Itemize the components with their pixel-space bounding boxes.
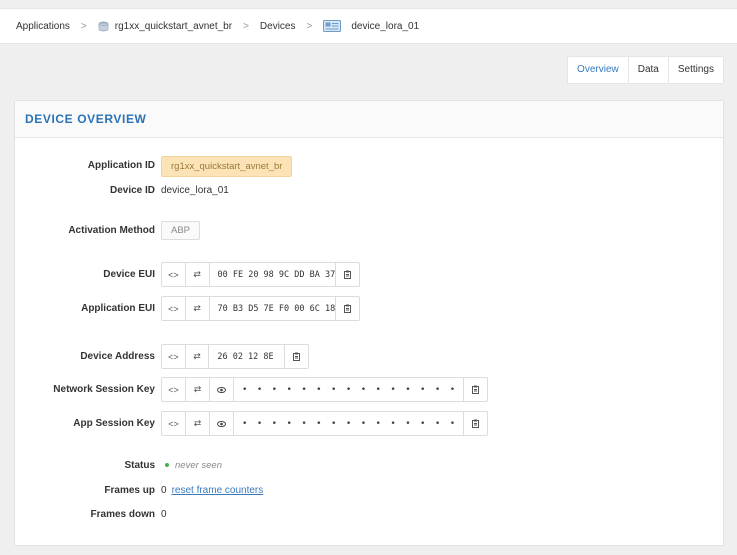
copy-button[interactable] — [463, 412, 487, 435]
breadcrumb-applications[interactable]: Applications — [16, 21, 70, 32]
device-eui-label: Device EUI — [103, 269, 155, 280]
breadcrumb-application[interactable]: rg1xx_quickstart_avnet_br — [98, 21, 232, 32]
frames-up-row: 0 reset frame counters — [161, 485, 263, 496]
network-session-key-label: Network Session Key — [53, 384, 155, 395]
copy-icon — [471, 419, 479, 428]
device-eui-value: 00 FE 20 98 9C DD BA 37 — [217, 269, 336, 280]
breadcrumb-separator: > — [243, 20, 249, 32]
show-key-button[interactable] — [210, 412, 234, 435]
application-id-badge: rg1xx_quickstart_avnet_br — [161, 156, 293, 177]
copy-button[interactable] — [335, 297, 359, 320]
frames-down-value: 0 — [161, 509, 167, 520]
card-header: DEVICE OVERVIEW — [15, 101, 723, 138]
copy-button[interactable] — [463, 378, 487, 401]
breadcrumb-application-label: rg1xx_quickstart_avnet_br — [114, 20, 233, 32]
toggle-format-button[interactable]: <> — [162, 345, 186, 368]
masked-key: • • • • • • • • • • • • • • • • • • • • … — [242, 418, 463, 429]
copy-icon — [343, 304, 351, 313]
eye-icon — [217, 420, 226, 427]
device-id-value: device_lora_01 — [161, 185, 229, 196]
toggle-format-button[interactable]: <> — [162, 297, 186, 320]
toggle-format-button[interactable]: <> — [162, 378, 186, 401]
tab-settings[interactable]: Settings — [667, 57, 723, 83]
status-text: never seen — [175, 460, 223, 471]
breadcrumb-devices[interactable]: Devices — [260, 21, 296, 32]
byte-order-button[interactable]: ⇄ — [186, 412, 210, 435]
frames-up-value: 0 — [161, 485, 167, 496]
status-dot — [165, 463, 169, 468]
status-label: Status — [124, 460, 155, 471]
application-id-label: Application ID — [87, 160, 155, 171]
device-tabs: Overview Data Settings — [567, 56, 724, 84]
application-icon — [98, 21, 109, 31]
network-session-key-value: • • • • • • • • • • • • • • • • • • • • … — [234, 378, 463, 401]
app-session-key-field: <> ⇄ • • • • • • • • • • • • • • • • • •… — [161, 411, 488, 436]
device-address-field: <> ⇄ 26 02 12 8E — [161, 344, 309, 369]
application-eui-label: Application EUI — [81, 303, 155, 314]
toggle-format-button[interactable]: <> — [162, 263, 186, 286]
device-eui-field: <> ⇄ 00 FE 20 98 9C DD BA 37 — [161, 262, 360, 287]
device-icon — [323, 20, 342, 32]
network-session-key-field: <> ⇄ • • • • • • • • • • • • • • • • • •… — [161, 377, 488, 402]
device-address-label: Device Address — [80, 351, 155, 362]
breadcrumb-device-label: device_lora_01 — [351, 20, 420, 32]
device-id-label: Device ID — [109, 185, 155, 196]
breadcrumb-separator: > — [306, 20, 313, 32]
breadcrumb-device: device_lora_01 — [323, 20, 419, 32]
byte-order-button[interactable]: ⇄ — [186, 263, 210, 286]
frames-up-label: Frames up — [104, 485, 155, 496]
copy-icon — [292, 352, 300, 361]
byte-order-button[interactable]: ⇄ — [186, 297, 210, 320]
tab-overview[interactable]: Overview — [568, 57, 628, 83]
copy-icon — [343, 270, 351, 279]
card-title: DEVICE OVERVIEW — [25, 112, 147, 126]
application-eui-value: 70 B3 D5 7E F0 00 6C 18 — [217, 303, 336, 314]
device-address-value: 26 02 12 8E — [217, 351, 274, 362]
tab-data[interactable]: Data — [627, 57, 668, 83]
show-key-button[interactable] — [210, 378, 234, 401]
eye-icon — [217, 386, 226, 393]
copy-button[interactable] — [284, 345, 308, 368]
application-eui-field: <> ⇄ 70 B3 D5 7E F0 00 6C 18 — [161, 296, 360, 321]
reset-frame-counters-link[interactable]: reset frame counters — [172, 485, 264, 496]
copy-button[interactable] — [335, 263, 359, 286]
byte-order-button[interactable]: ⇄ — [186, 345, 210, 368]
app-session-key-label: App Session Key — [73, 418, 155, 429]
device-overview-card: DEVICE OVERVIEW Application ID rg1xx_qui… — [14, 100, 724, 546]
activation-method-badge: ABP — [161, 221, 201, 240]
app-session-key-value: • • • • • • • • • • • • • • • • • • • • … — [234, 412, 463, 435]
toggle-format-button[interactable]: <> — [162, 412, 186, 435]
masked-key: • • • • • • • • • • • • • • • • • • • • … — [242, 384, 463, 395]
status-value: never seen — [165, 460, 222, 471]
copy-icon — [471, 385, 479, 394]
byte-order-button[interactable]: ⇄ — [186, 378, 210, 401]
frames-down-label: Frames down — [90, 509, 155, 520]
breadcrumb-separator: > — [80, 20, 87, 32]
activation-method-label: Activation Method — [68, 225, 155, 236]
breadcrumb: Applications > rg1xx_quickstart_avnet_br… — [0, 8, 737, 44]
